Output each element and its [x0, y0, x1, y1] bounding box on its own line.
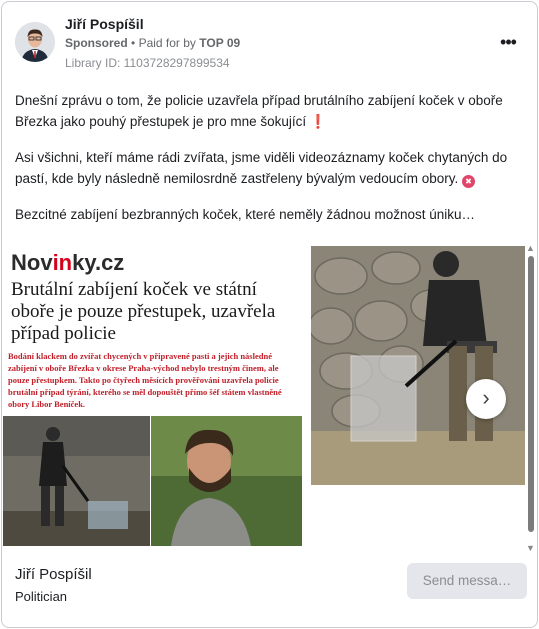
angry-face-icon: ✖ — [462, 175, 475, 188]
scrollbar-thumb[interactable] — [528, 256, 534, 532]
news-headline: Brutální zabíjení koček ve státní oboře … — [11, 279, 276, 344]
carousel-slide-1[interactable]: Novinky.cz Brutální zabíjení koček ve st… — [3, 246, 302, 546]
sponsored-line: Sponsored • Paid for by TOP 09 — [65, 36, 240, 50]
advertiser-name[interactable]: Jiří Pospíšil — [65, 16, 144, 32]
paid-for-by: TOP 09 — [199, 36, 241, 50]
sponsored-label: Sponsored — [65, 36, 128, 50]
separator: • — [131, 36, 136, 50]
footer-advertiser-name[interactable]: Jiří Pospíšil — [15, 566, 92, 583]
post-paragraph-2: Asi všichni, kteří máme rádi zvířata, js… — [15, 147, 520, 189]
scroll-down-arrow-icon[interactable]: ▼ — [526, 543, 535, 553]
post-paragraph-3: Bezcitné zabíjení bezbranných koček, kte… — [15, 207, 476, 222]
post-paragraph-2-text: Asi všichni, kteří máme rádi zvířata, js… — [15, 150, 508, 186]
more-options-icon[interactable]: ••• — [495, 32, 521, 52]
exclamation-icon: ❗ — [309, 114, 327, 129]
footer-advertiser-role: Politician — [15, 589, 68, 604]
library-id: Library ID: 1103728297899534 — [65, 56, 230, 70]
carousel-slide-2[interactable] — [311, 246, 525, 485]
post-paragraph-1-text: Dnešní zprávu o tom, že policie uzavřela… — [15, 93, 503, 129]
paid-for-prefix: Paid for by — [138, 36, 196, 50]
photo-man-with-trap — [3, 416, 150, 546]
ad-card: Jiří Pospíšil Sponsored • Paid for by TO… — [1, 1, 538, 628]
send-message-button[interactable]: Send messa… — [407, 563, 527, 599]
news-lead: Bodání klackem do zvířat chycených v při… — [8, 351, 282, 409]
post-text: Dnešní zprávu o tom, že policie uzavřela… — [15, 90, 520, 240]
chevron-right-icon[interactable]: › — [466, 379, 506, 419]
image-carousel: Novinky.cz Brutální zabíjení koček ve st… — [3, 246, 525, 551]
scroll-up-arrow-icon[interactable]: ▲ — [526, 243, 535, 253]
news-logo: Novinky.cz — [11, 250, 125, 275]
avatar[interactable] — [15, 22, 55, 62]
photo-man-portrait — [151, 416, 302, 546]
post-paragraph-1: Dnešní zprávu o tom, že policie uzavřela… — [15, 90, 520, 132]
